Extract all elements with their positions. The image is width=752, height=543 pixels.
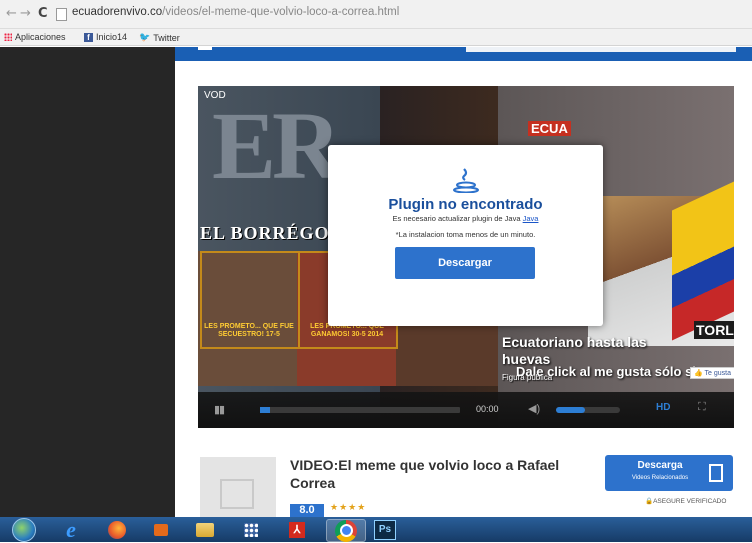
modal-text-main: Es necesario actualizar plugin de Java [392,214,521,223]
bookmarks-bar: Aplicaciones f Inicio14 🐦 Twitter [0,29,752,46]
bookmark-twitter[interactable]: 🐦 Twitter [139,32,180,43]
volume-slider[interactable] [556,407,620,413]
taskbar-apps[interactable] [238,519,264,540]
windows-taskbar: e ⅄ Ps [0,517,752,542]
er-logo: ER [212,92,341,199]
java-plugin-icon [453,168,479,193]
firefox-icon [108,520,126,539]
taskbar-firefox[interactable] [104,519,130,540]
url-path: /videos/el-meme-que-volvio-loco-a-correa… [162,6,400,18]
page-icon [56,8,67,21]
url-host: ecuadorenvivo.co [72,6,163,18]
pdf-reader-icon: ⅄ [289,521,305,538]
header-menu-icon[interactable] [198,47,212,50]
borrego-logo: EL BORRÉGO [200,223,330,243]
media-player-icon [154,523,168,536]
back-arrow-icon[interactable]: ← [6,6,17,21]
volume-icon[interactable]: ◀) [528,402,540,415]
fullscreen-icon[interactable]: ⛶ [698,401,706,414]
time-display: 00:00 [476,404,499,414]
descarga-label: Descarga [637,460,683,471]
player-controls: ▮▮ 00:00 ◀) HD ⛶ [198,392,734,428]
pause-icon[interactable]: ▮▮ [214,403,225,416]
download-file-icon [709,464,723,482]
torl-tag: TORL [694,321,734,339]
bookmark-apps[interactable]: Aplicaciones [4,32,66,42]
folder-icon [196,522,214,537]
download-button[interactable]: Descargar [395,247,535,279]
overlay-subtitle: Figura pública [502,373,553,382]
modal-note: *La instalacion toma menos de un minuto. [395,230,536,239]
plugin-modal: Plugin no encontrado Es necesario actual… [328,145,603,326]
progress-bar[interactable] [260,407,460,413]
verified-label: ASEGURE VERIFICADO [653,498,727,505]
verified-badge: 🔒ASEGURE VERIFICADO [645,498,727,505]
apps-grid-icon [4,33,12,41]
meme-caption: LES PROMETO... QUE FUE SECUESTRO! 17-5 [204,323,294,338]
bookmark-inicio[interactable]: f Inicio14 [84,32,127,42]
facebook-icon: f [84,32,93,42]
star-rating: ★★★★ [330,502,367,512]
left-dark-panel [0,47,175,517]
header-search-box[interactable] [466,47,736,52]
bookmark-twitter-label: Twitter [153,32,180,43]
taskbar-pdf[interactable]: ⅄ [284,519,310,540]
windows-start-icon [12,517,36,542]
apps-grid-icon [244,522,258,537]
video-title: VIDEO:El meme que volvio loco a Rafael C… [290,457,560,491]
progress-fill [260,407,270,413]
vod-label: VOD [204,90,226,101]
photoshop-icon: Ps [374,519,396,540]
address-bar: ← → C ecuadorenvivo.co/videos/el-meme-qu… [0,0,752,29]
like-label: Te gusta [704,370,732,377]
volume-fill [556,407,585,413]
url-field[interactable]: ecuadorenvivo.co/videos/el-meme-que-volv… [72,6,399,18]
rating-badge: 8.0 [290,504,324,518]
taskbar-media-player[interactable] [148,519,174,540]
taskbar-ie[interactable]: e [58,516,84,542]
chrome-icon [335,519,357,542]
internet-explorer-icon: e [66,516,76,542]
facebook-like-button[interactable]: 👍 Te gusta [690,367,734,379]
taskbar-chrome[interactable] [326,519,366,542]
java-link[interactable]: Java [523,214,539,223]
taskbar-explorer[interactable] [192,519,218,540]
hd-toggle[interactable]: HD [656,402,670,413]
reload-icon[interactable]: C [38,6,48,21]
modal-title: Plugin no encontrado [388,196,543,213]
start-button[interactable] [8,517,40,542]
bookmark-apps-label: Aplicaciones [15,32,66,42]
ecua-tag: ECUA [528,121,571,136]
overlay-title-line1: Ecuatoriano hasta las [502,334,647,350]
bookmark-inicio-label: Inicio14 [96,32,128,42]
video-thumbnail[interactable] [200,457,276,517]
taskbar-photoshop[interactable]: Ps [372,519,398,540]
modal-text: Es necesario actualizar plugin de Java J… [328,214,603,223]
descarga-sublabel: Videos Relacionados [631,475,689,481]
twitter-bird-icon: 🐦 [139,32,151,42]
descarga-button[interactable]: Descarga Videos Relacionados [605,455,733,491]
forward-arrow-icon[interactable]: → [20,6,31,21]
film-icon [220,479,254,509]
